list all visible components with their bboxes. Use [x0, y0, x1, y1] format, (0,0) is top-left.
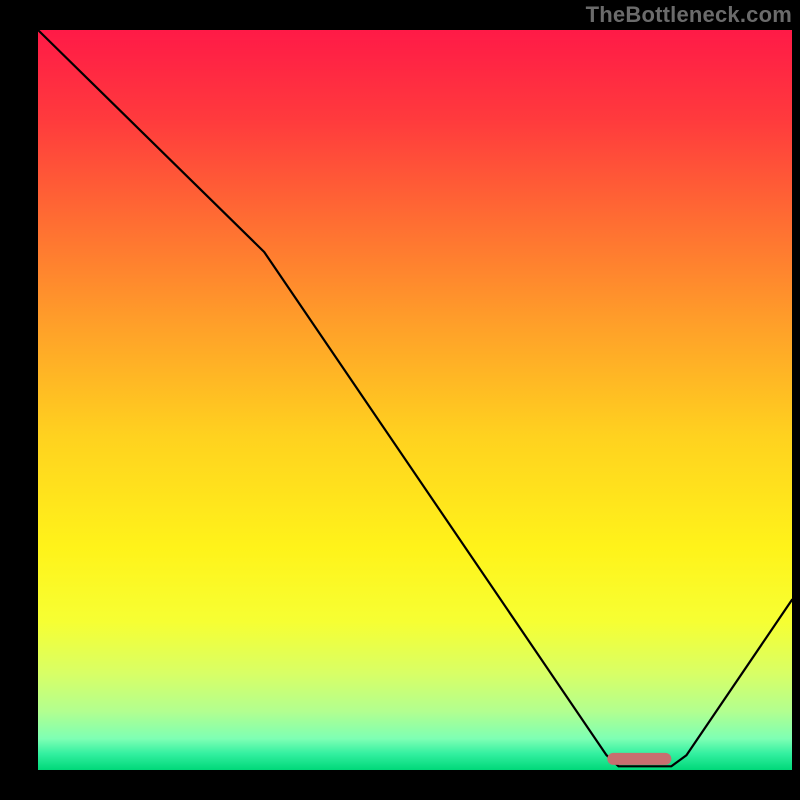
- watermark-text: TheBottleneck.com: [586, 2, 792, 28]
- optimal-range-marker: [607, 753, 671, 765]
- chart-frame: { "watermark": "TheBottleneck.com", "gra…: [0, 0, 800, 800]
- bottleneck-chart: [0, 0, 800, 800]
